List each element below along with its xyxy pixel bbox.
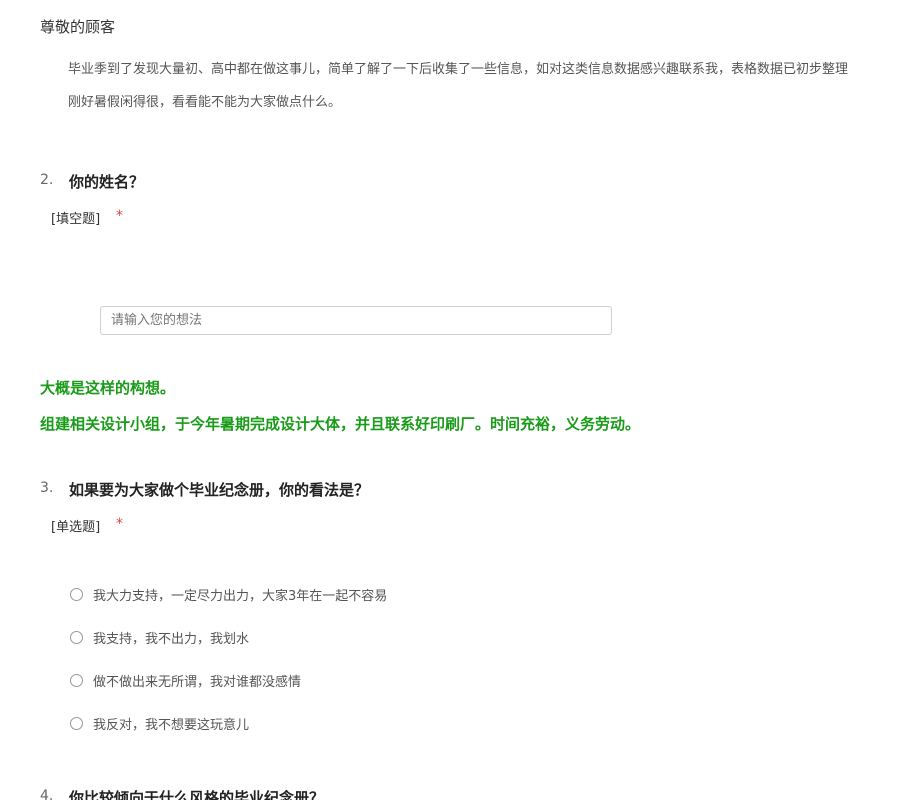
question-2-type: [填空题] bbox=[51, 212, 101, 227]
option-label: 我大力支持，一定尽力出力，大家3年在一起不容易 bbox=[93, 588, 388, 604]
question-2-title: 你的姓名？ bbox=[69, 173, 145, 191]
radio-circle-icon[interactable] bbox=[70, 587, 83, 601]
option-label: 我反对，我不想要这玩意儿 bbox=[93, 717, 250, 733]
option-oppose[interactable]: 我反对，我不想要这玩意儿 bbox=[70, 713, 249, 733]
option-indifferent[interactable]: 做不做出来无所谓，我对谁都没感情 bbox=[70, 670, 301, 690]
radio-circle-icon[interactable] bbox=[70, 630, 83, 644]
radio-circle-icon[interactable] bbox=[70, 716, 83, 730]
note-line-2: 组建相关设计小组，于今年暑期完成设计大体，并且联系好印刷厂。时间充裕，义务劳动。 bbox=[40, 415, 641, 433]
question-4-title: 你比较倾向于什么风格的毕业纪念册？ bbox=[69, 789, 325, 800]
option-label: 做不做出来无所谓，我对谁都没感情 bbox=[93, 674, 302, 690]
question-3-title: 如果要为大家做个毕业纪念册，你的看法是？ bbox=[69, 481, 370, 499]
radio-circle-icon[interactable] bbox=[70, 673, 83, 687]
name-input[interactable] bbox=[100, 306, 612, 335]
question-4-number: 4. bbox=[40, 788, 54, 800]
intro-line-2: 刚好暑假闲得很，看看能不能为大家做点什么。 bbox=[68, 95, 342, 110]
greeting: 尊敬的顾客 bbox=[40, 18, 116, 36]
survey-page: 尊敬的顾客 毕业季到了发现大量初、高中都在做这事儿，简单了解了一下后收集了一些信… bbox=[0, 0, 900, 800]
question-3-type: [单选题] bbox=[51, 520, 101, 535]
question-3-required-mark: * bbox=[116, 516, 123, 532]
intro-line-1: 毕业季到了发现大量初、高中都在做这事儿，简单了解了一下后收集了一些信息，如对这类… bbox=[68, 62, 849, 77]
question-2-required-mark: * bbox=[116, 208, 123, 224]
option-label: 我支持，我不出力，我划水 bbox=[93, 631, 250, 647]
option-strongly-support[interactable]: 我大力支持，一定尽力出力，大家3年在一起不容易 bbox=[70, 584, 387, 604]
option-support-no-help[interactable]: 我支持，我不出力，我划水 bbox=[70, 627, 249, 647]
note-line-1: 大概是这样的构想。 bbox=[40, 379, 176, 397]
question-2-number: 2. bbox=[40, 172, 54, 188]
question-3-number: 3. bbox=[40, 480, 54, 496]
